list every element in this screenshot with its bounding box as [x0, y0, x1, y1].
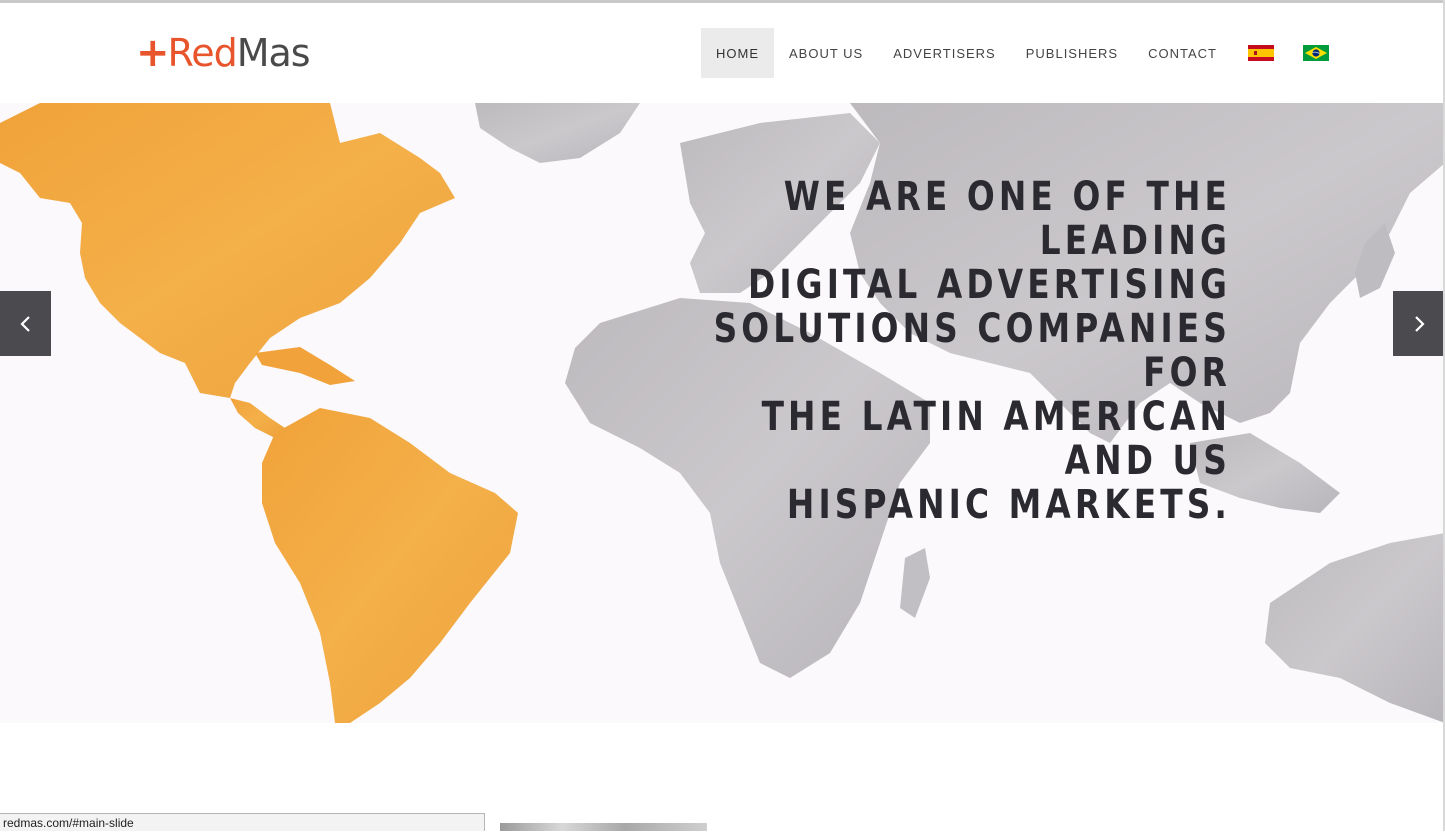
hero-slider: WE ARE ONE OF THE LEADING DIGITAL ADVERT…: [0, 103, 1445, 723]
headline-line: DIGITAL ADVERTISING: [748, 262, 1231, 308]
south-america-shape: [262, 408, 518, 723]
nav-advertisers[interactable]: ADVERTISERS: [878, 28, 1011, 78]
headline-line: HISPANIC MARKETS.: [786, 482, 1231, 528]
logo-plus: +: [136, 30, 170, 76]
slider-prev-button[interactable]: [0, 291, 51, 356]
main-nav: HOME ABOUT US ADVERTISERS PUBLISHERS CON…: [701, 28, 1329, 78]
nav-about-us[interactable]: ABOUT US: [774, 28, 878, 78]
north-america-shape: [0, 103, 455, 398]
slider-next-button[interactable]: [1393, 291, 1444, 356]
redmas-logo[interactable]: + Red Mas: [136, 30, 311, 76]
chevron-right-icon: [1414, 315, 1425, 332]
madagascar-shape: [900, 548, 930, 618]
site-header: + Red Mas HOME ABOUT US ADVERTISERS PUBL…: [0, 3, 1445, 103]
headline-line: WE ARE ONE OF THE LEADING: [783, 174, 1231, 264]
caribbean-shape: [255, 347, 355, 385]
browser-status-url: redmas.com/#main-slide: [0, 813, 485, 831]
logo-mas-text: Mas: [236, 31, 311, 75]
greenland-shape: [475, 103, 640, 163]
content-thumbnail-image: [500, 823, 707, 831]
chevron-left-icon: [19, 315, 30, 332]
logo-red-text: Red: [167, 31, 238, 75]
australia-shape: [1265, 533, 1445, 723]
headline-line: THE LATIN AMERICAN AND US: [761, 394, 1231, 484]
hero-headline: WE ARE ONE OF THE LEADING DIGITAL ADVERT…: [706, 175, 1231, 527]
headline-line: SOLUTIONS COMPANIES FOR: [713, 306, 1231, 396]
nav-home[interactable]: HOME: [701, 28, 774, 78]
brazil-flag-icon[interactable]: [1302, 45, 1329, 61]
nav-publishers[interactable]: PUBLISHERS: [1011, 28, 1133, 78]
central-america-shape: [230, 398, 285, 438]
nav-contact[interactable]: CONTACT: [1133, 28, 1232, 78]
spain-flag-icon[interactable]: [1247, 45, 1274, 61]
